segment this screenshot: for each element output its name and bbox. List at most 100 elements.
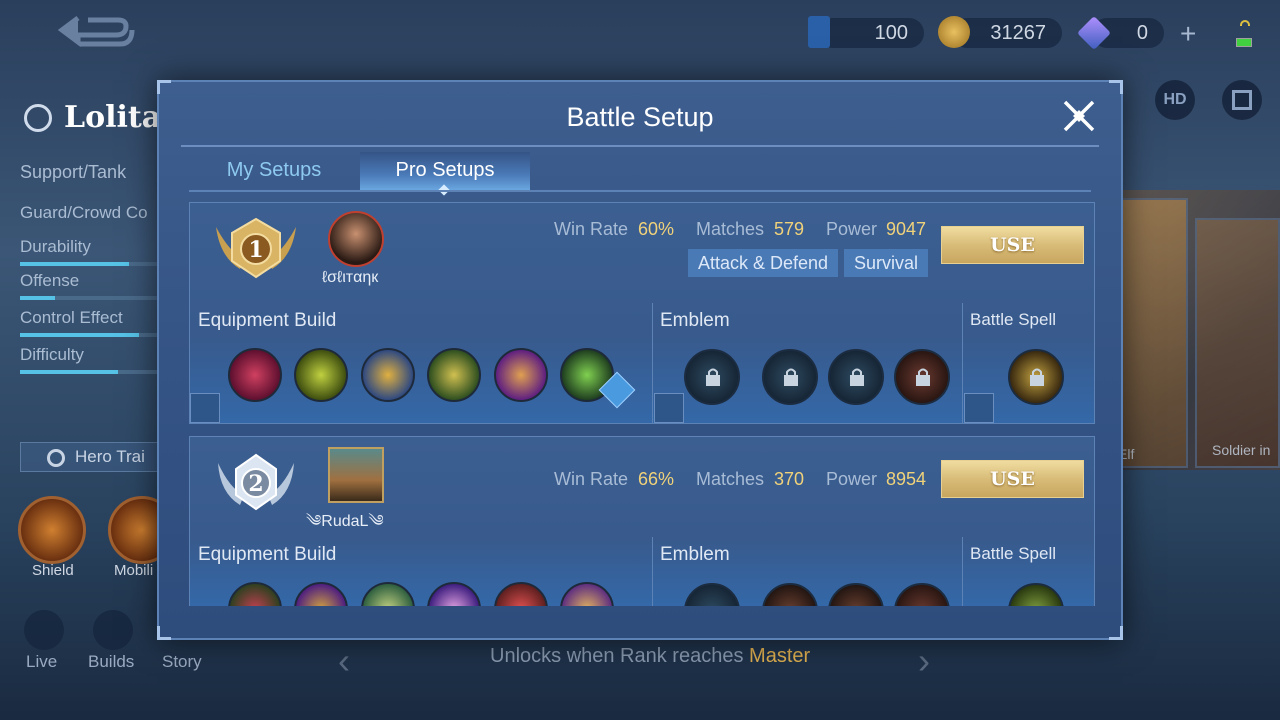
matches-label: Matches (696, 469, 765, 489)
gold-counter: 31267 (938, 16, 1062, 48)
nav-builds-label[interactable]: Builds (88, 652, 134, 672)
stat-control-label: Control Effect (20, 308, 123, 327)
title-divider (181, 145, 1099, 147)
emblem-slot-icon[interactable] (684, 349, 740, 405)
gold-value: 31267 (990, 21, 1046, 44)
emblem-talent-icon[interactable] (762, 349, 818, 405)
emblem-core-talent-icon[interactable] (894, 349, 950, 405)
item-icon[interactable] (361, 582, 415, 606)
copy-build-icon[interactable] (190, 393, 220, 423)
emblem-title: Emblem (660, 544, 730, 565)
unlock-text: Unlocks when Rank reaches (490, 645, 744, 667)
player-name: ༄RudaL༄ (306, 513, 384, 530)
tab-divider (189, 190, 1091, 192)
item-icon[interactable] (228, 582, 282, 606)
matches-value: 579 (774, 219, 805, 239)
win-rate-label: Win Rate (554, 219, 629, 239)
hero-card-soldier[interactable] (1195, 218, 1280, 468)
emblem-title: Emblem (660, 310, 730, 331)
tab-pro-setups-label: Pro Setups (395, 159, 495, 181)
nav-story-label[interactable]: Story (162, 652, 202, 672)
battle-spell-title: Battle Spell (970, 310, 1056, 329)
back-arrow-icon[interactable] (58, 12, 136, 52)
item-icon[interactable] (361, 348, 415, 402)
equipment-build-title: Equipment Build (198, 310, 337, 331)
skill-mobility-label: Mobili (114, 562, 154, 579)
stat-control-bar (20, 333, 160, 337)
ticket-value: 100 (874, 21, 908, 44)
tab-my-setups[interactable]: My Setups (199, 152, 349, 190)
nav-live-label[interactable]: Live (26, 652, 57, 672)
stat-offense-bar (20, 296, 160, 300)
stat-difficulty-bar (20, 370, 160, 374)
item-icon[interactable] (228, 348, 282, 402)
power-value: 9047 (886, 219, 927, 239)
hero-role-icon (24, 104, 52, 132)
emblem-slot-icon[interactable] (684, 583, 740, 606)
prev-arrow-icon[interactable]: ‹ (338, 640, 350, 682)
item-icon[interactable] (427, 348, 481, 402)
stat-durability-label: Durability (20, 237, 91, 256)
training-icon (47, 449, 65, 467)
hero-training-label: Hero Trai (75, 447, 145, 466)
next-arrow-icon[interactable]: › (918, 640, 930, 682)
battle-spell-icon[interactable] (1008, 583, 1064, 606)
emblem-core-talent-icon[interactable] (894, 583, 950, 606)
ticket-icon (808, 16, 830, 48)
matches-value: 370 (774, 469, 805, 489)
battle-spell-title: Battle Spell (970, 544, 1056, 563)
player-avatar[interactable] (328, 447, 384, 503)
use-button[interactable]: USE (941, 226, 1084, 264)
item-icon[interactable] (294, 348, 348, 402)
battle-setup-modal: Battle Setup My Setups Pro Setups 1 ℓσℓι… (157, 80, 1123, 640)
emblem-talent-icon[interactable] (762, 583, 818, 606)
stat-difficulty-label: Difficulty (20, 345, 84, 364)
unlock-message: Unlocks when Rank reaches Master (490, 645, 810, 668)
hero-training-button[interactable]: Hero Trai (20, 442, 160, 472)
power-label: Power (826, 469, 878, 489)
skill-shield-icon[interactable] (18, 496, 86, 564)
ticket-counter: 100 (808, 16, 924, 48)
win-rate-label: Win Rate (554, 469, 629, 489)
emblem-talent-icon[interactable] (828, 349, 884, 405)
use-button[interactable]: USE (941, 460, 1084, 498)
item-icon[interactable] (294, 582, 348, 606)
win-rate-value: 66% (638, 469, 675, 489)
diamond-icon (1077, 16, 1111, 50)
win-rate-value: 60% (638, 219, 675, 239)
pro-setup-card: 2 ༄RudaL༄ Win Rate 66% Matches 370 Power… (189, 436, 1095, 606)
battle-spell-icon[interactable] (1008, 349, 1064, 405)
hd-toggle-button[interactable]: HD (1155, 80, 1195, 120)
rank-1-badge-icon: 1 (216, 217, 296, 279)
item-icon[interactable] (494, 582, 548, 606)
unlock-rank: Master (749, 645, 811, 667)
rank-2-badge-icon: 2 (218, 453, 294, 511)
live-icon[interactable] (24, 610, 64, 650)
player-avatar[interactable] (328, 211, 384, 267)
stat-durability-bar (20, 262, 160, 266)
copy-spell-icon[interactable] (964, 393, 994, 423)
copy-emblem-icon[interactable] (654, 393, 684, 423)
matches-label: Matches (696, 219, 765, 239)
emblem-talent-icon[interactable] (828, 583, 884, 606)
power-label: Power (826, 219, 878, 239)
player-name: ℓσℓιтαηк (322, 269, 379, 286)
add-diamond-icon[interactable]: + (1180, 18, 1196, 50)
item-icon[interactable] (494, 348, 548, 402)
stat-offense-label: Offense (20, 271, 80, 290)
skill-shield-label: Shield (32, 562, 74, 579)
builds-icon[interactable] (93, 610, 133, 650)
tab-pro-setups[interactable]: Pro Setups (360, 152, 530, 196)
diamond-counter: 0 (1077, 16, 1164, 50)
power-value: 8954 (886, 469, 927, 489)
svg-text:2: 2 (248, 471, 263, 497)
item-icon[interactable] (560, 582, 614, 606)
close-icon[interactable] (1059, 96, 1099, 136)
item-icon[interactable] (427, 582, 481, 606)
battery-wifi-icon (1236, 20, 1254, 48)
fullscreen-icon[interactable] (1222, 80, 1262, 120)
diamond-value: 0 (1136, 21, 1148, 44)
tag-survival: Survival (844, 249, 929, 277)
equipment-build-title: Equipment Build (198, 544, 337, 565)
hero-card-soldier-label: Soldier in (1212, 442, 1271, 458)
